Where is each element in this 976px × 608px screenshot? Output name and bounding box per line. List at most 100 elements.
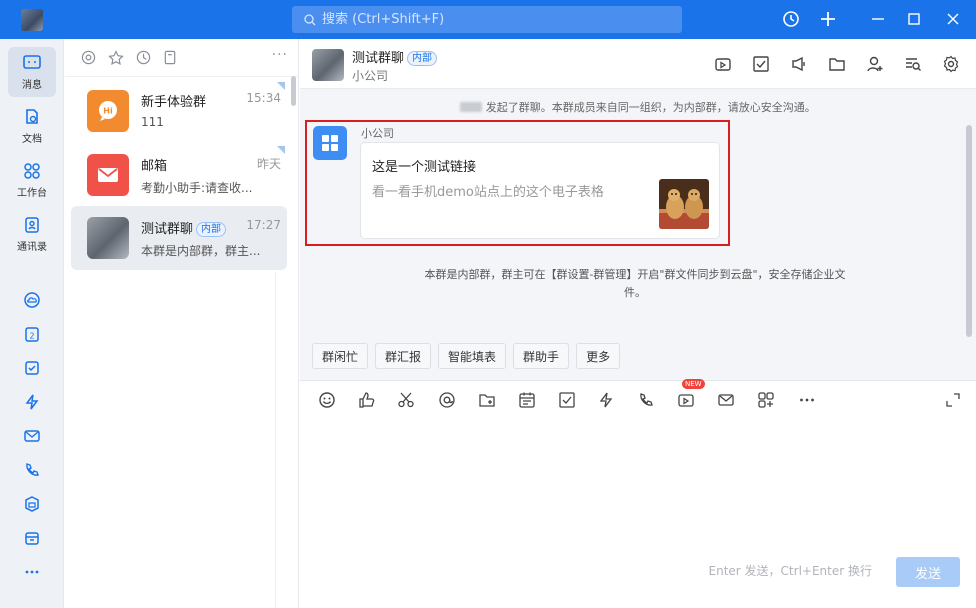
title-bar: 搜索 (Ctrl+Shift+F) xyxy=(0,0,976,39)
nav-label: 通讯录 xyxy=(17,241,47,253)
more-options-icon[interactable]: ··· xyxy=(272,47,288,63)
session-time: 昨天 xyxy=(256,157,281,171)
more-icon[interactable] xyxy=(22,562,42,582)
message-input[interactable]: Enter 发送，Ctrl+Enter 换行 发送 xyxy=(300,416,976,608)
group-avatar: Hi xyxy=(87,90,129,132)
quick-action-assistant[interactable]: 群助手 xyxy=(513,343,570,369)
thumbs-up-icon[interactable] xyxy=(356,389,378,411)
folder-icon[interactable] xyxy=(826,53,848,75)
apps-icon[interactable] xyxy=(755,389,777,411)
nav-item-docs[interactable]: 文档 xyxy=(8,101,56,151)
card-description: 看一看手机demo站点上的这个电子表格 xyxy=(372,185,604,200)
more-icon[interactable] xyxy=(796,389,818,411)
new-badge: NEW xyxy=(682,379,705,389)
message-icon xyxy=(23,54,41,69)
mention-icon[interactable] xyxy=(81,50,96,65)
quick-action-report[interactable]: 群汇报 xyxy=(375,343,432,369)
session-list: ··· Hi 新手体验群 15:34 111 邮箱 昨天 考勤小助手:请查收..… xyxy=(65,39,299,608)
envelope-icon xyxy=(98,168,118,182)
user-avatar[interactable] xyxy=(21,9,43,31)
add-folder-icon[interactable] xyxy=(476,389,498,411)
nav-label: 文档 xyxy=(22,133,42,145)
cloud-icon[interactable] xyxy=(22,290,42,310)
input-hint: Enter 发送，Ctrl+Enter 换行 xyxy=(708,564,872,578)
link-card[interactable]: 这是一个测试链接 看一看手机demo站点上的这个电子表格 xyxy=(360,142,720,239)
session-name: 测试群聊 内部 xyxy=(141,218,227,237)
search-history-icon[interactable] xyxy=(902,53,924,75)
pin-corner xyxy=(277,146,285,154)
group-avatar xyxy=(87,217,129,259)
nav-label: 消息 xyxy=(22,79,42,91)
clock-icon[interactable] xyxy=(136,50,151,65)
mail-icon[interactable] xyxy=(22,426,42,446)
session-name: 邮箱 xyxy=(141,159,168,174)
settings-icon[interactable] xyxy=(940,53,962,75)
bookmark-icon[interactable] xyxy=(163,50,177,65)
group-avatar[interactable] xyxy=(312,49,344,81)
left-nav: 消息 文档 工作台 通讯录 2 xyxy=(0,39,64,608)
scissors-icon[interactable] xyxy=(395,389,417,411)
input-toolbar: NEW xyxy=(300,379,976,416)
send-button[interactable]: 发送 xyxy=(896,557,960,587)
announcement-icon[interactable] xyxy=(788,53,810,75)
workbench-icon xyxy=(24,162,40,179)
expand-icon[interactable] xyxy=(942,389,964,411)
phone-icon[interactable] xyxy=(635,389,657,411)
system-notice: 本群是内部群，群主可在【群设置-群管理】开启"群文件同步到云盘"，安全存储企业文… xyxy=(424,268,846,299)
add-icon[interactable] xyxy=(817,8,839,30)
close-icon[interactable] xyxy=(942,8,964,30)
session-name: 新手体验群 xyxy=(141,95,207,110)
emoji-icon[interactable] xyxy=(316,389,338,411)
nav-label: 工作台 xyxy=(17,187,47,199)
video-icon[interactable] xyxy=(712,53,734,75)
session-item[interactable]: Hi 新手体验群 15:34 111 xyxy=(71,79,287,143)
chat-panel: 测试群聊 内部 小公司 发起了群聊。本群成员来自同一组织，为内部群，请放心安全沟通… xyxy=(300,39,976,608)
quick-action-more[interactable]: 更多 xyxy=(576,343,621,369)
svg-text:Hi: Hi xyxy=(103,107,113,116)
nav-item-contacts[interactable]: 通讯录 xyxy=(8,209,56,259)
mail-icon[interactable] xyxy=(715,389,737,411)
session-time: 17:27 xyxy=(246,218,281,232)
task-icon[interactable] xyxy=(556,389,578,411)
chat-bubble-icon: Hi xyxy=(99,101,117,121)
search-input[interactable]: 搜索 (Ctrl+Shift+F) xyxy=(292,6,682,33)
add-member-icon[interactable] xyxy=(864,53,886,75)
live-video-icon[interactable] xyxy=(675,389,697,411)
quick-action-busy[interactable]: 群闲忙 xyxy=(312,343,369,369)
session-preview: 本群是内部群，群主... xyxy=(141,244,261,258)
calendar-icon[interactable]: 2 xyxy=(22,324,42,344)
schedule-icon[interactable] xyxy=(516,389,538,411)
mail-avatar xyxy=(87,154,129,196)
chat-title: 测试群聊 内部 xyxy=(352,47,438,66)
pin-corner xyxy=(277,82,285,90)
contacts-icon xyxy=(25,216,39,233)
minimize-icon[interactable] xyxy=(867,8,889,30)
nav-item-workbench[interactable]: 工作台 xyxy=(8,155,56,205)
document-icon xyxy=(26,108,38,124)
card-title: 这是一个测试链接 xyxy=(372,160,477,175)
lightning-icon[interactable] xyxy=(22,392,42,412)
chat-header: 测试群聊 内部 小公司 xyxy=(300,39,976,89)
message-sender: 小公司 xyxy=(361,127,394,140)
phone-icon[interactable] xyxy=(22,460,42,480)
cube-icon[interactable] xyxy=(22,494,42,514)
history-icon[interactable] xyxy=(780,8,802,30)
maximize-icon[interactable] xyxy=(903,8,925,30)
session-item[interactable]: 邮箱 昨天 考勤小助手:请查收... xyxy=(71,143,287,207)
star-icon[interactable] xyxy=(108,49,124,66)
divider xyxy=(275,272,276,608)
session-scrollbar[interactable] xyxy=(291,76,296,106)
quick-action-form[interactable]: 智能填表 xyxy=(438,343,507,369)
quick-actions: 群闲忙 群汇报 智能填表 群助手 更多 xyxy=(312,343,621,369)
internal-tag: 内部 xyxy=(196,222,227,237)
nav-item-messages[interactable]: 消息 xyxy=(8,47,56,97)
session-preview: 111 xyxy=(141,115,164,129)
task-icon[interactable] xyxy=(750,53,772,75)
todo-icon[interactable] xyxy=(22,358,42,378)
session-item-active[interactable]: 测试群聊 内部 17:27 本群是内部群，群主... xyxy=(71,206,287,270)
sender-avatar[interactable] xyxy=(313,126,347,160)
chat-scrollbar[interactable] xyxy=(966,125,972,337)
drive-icon[interactable] xyxy=(22,528,42,548)
lightning-icon[interactable] xyxy=(595,389,617,411)
mention-icon[interactable] xyxy=(436,389,458,411)
